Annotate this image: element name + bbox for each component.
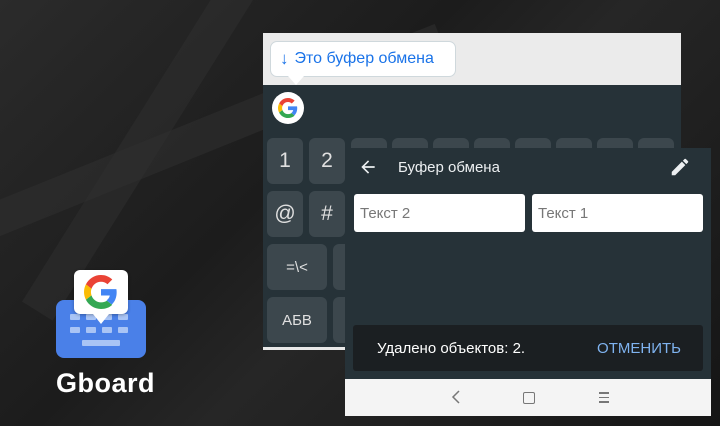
undo-button[interactable]: ОТМЕНИТЬ	[597, 340, 681, 357]
key-abc[interactable]: АБВ	[267, 297, 327, 343]
system-nav-bar	[345, 379, 711, 416]
arrow-down-icon: ↓	[280, 49, 289, 68]
google-g-icon[interactable]	[272, 92, 304, 124]
key-2[interactable]: 2	[309, 138, 345, 184]
key-at[interactable]: @	[267, 191, 303, 237]
key-hash[interactable]: #	[309, 191, 345, 237]
key-1[interactable]: 1	[267, 138, 303, 184]
snackbar-message: Удалено объектов: 2.	[377, 340, 526, 357]
text-area: ↓ Это буфер обмена	[263, 33, 681, 85]
back-arrow-icon[interactable]	[357, 157, 379, 177]
google-g-icon	[74, 270, 128, 324]
pencil-icon[interactable]	[669, 156, 691, 178]
clipboard-title: Буфер обмена	[398, 159, 500, 176]
nav-back-icon[interactable]	[449, 389, 463, 405]
nav-menu-icon[interactable]	[599, 392, 609, 406]
nav-home-icon[interactable]	[523, 392, 535, 404]
clipboard-suggestion-chip[interactable]: ↓ Это буфер обмена	[270, 41, 456, 85]
snackbar: Удалено объектов: 2. ОТМЕНИТЬ	[353, 325, 703, 371]
brand-name: Gboard	[56, 368, 156, 398]
key-symbols-2[interactable]: =\<	[267, 244, 327, 290]
clipboard-item[interactable]: Текст 1	[532, 194, 703, 232]
suggestion-chip-label: Это буфер обмена	[294, 50, 434, 67]
clipboard-header: Буфер обмена	[345, 148, 711, 186]
gboard-logo	[56, 270, 146, 358]
clipboard-item[interactable]: Текст 2	[354, 194, 525, 232]
clipboard-screen: Буфер обмена Текст 2 Текст 1 Удалено объ…	[345, 148, 711, 416]
